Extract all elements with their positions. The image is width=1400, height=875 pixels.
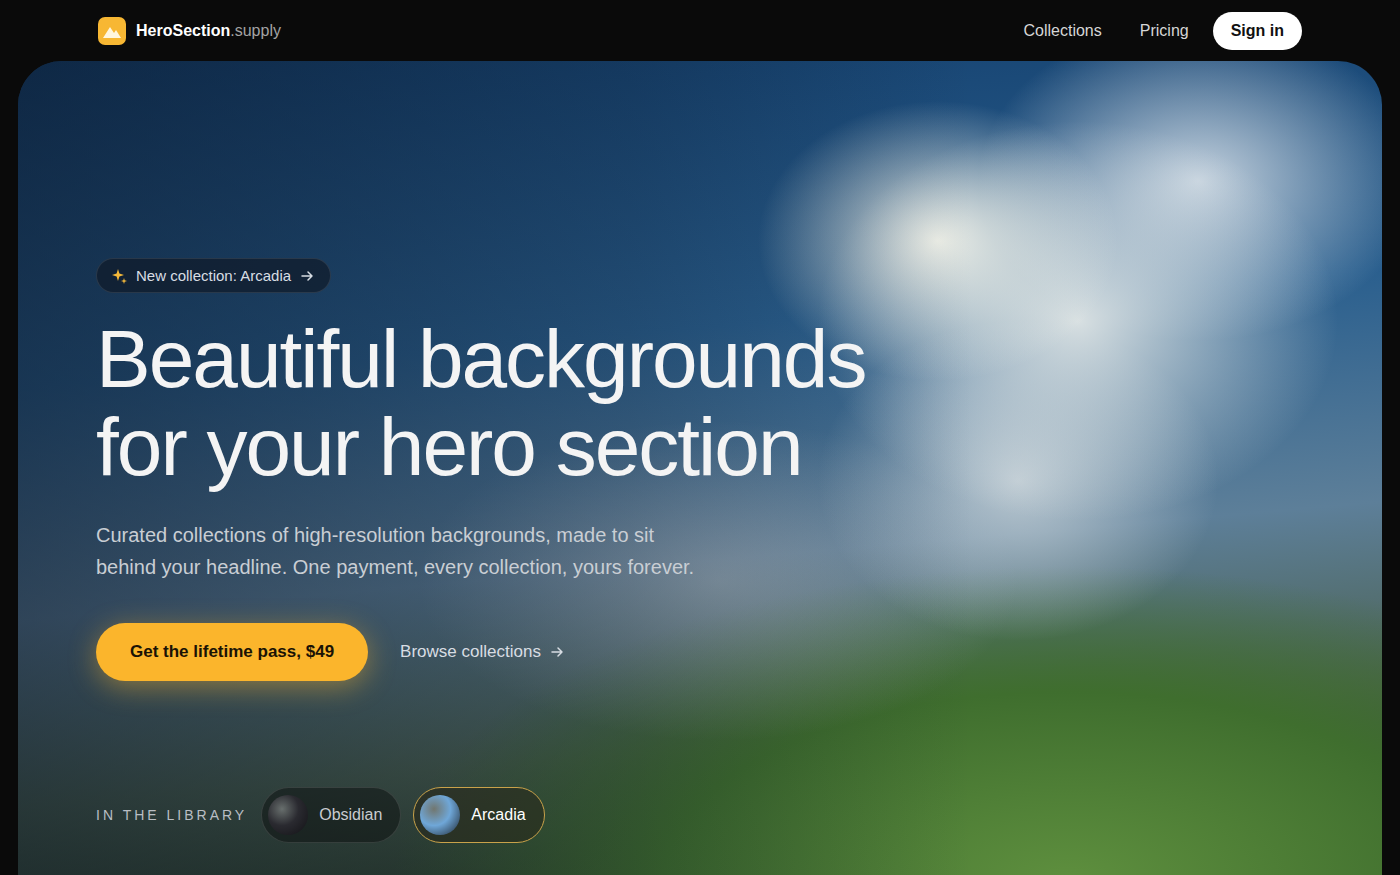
nav-link[interactable]: Collections: [1024, 22, 1102, 40]
hero-section: New collection: Arcadia Beautiful backgro…: [18, 61, 1382, 875]
headline: Beautiful backgroundsfor your hero secti…: [96, 315, 865, 491]
badge-label: New collection: Arcadia: [136, 267, 291, 284]
brand[interactable]: HeroSection.supply: [98, 17, 281, 45]
library-chip[interactable]: Arcadia: [413, 787, 544, 843]
library-label: IN THE LIBRARY: [96, 807, 247, 823]
library-chip[interactable]: Obsidian: [261, 787, 401, 843]
lifetime-pass-button[interactable]: Get the lifetime pass, $49: [96, 623, 368, 681]
nav-link[interactable]: Pricing: [1140, 22, 1189, 40]
headline-line: for your hero section: [96, 403, 865, 491]
description-line: Curated collections of high-resolution b…: [96, 519, 694, 551]
brand-suffix: .supply: [230, 22, 281, 40]
description-line: behind your headline. One payment, every…: [96, 551, 694, 583]
collection-thumbnail: [420, 795, 460, 835]
collection-thumbnail: [268, 795, 308, 835]
chip-label: Arcadia: [471, 806, 525, 824]
nav-links: Collections Pricing Sign in: [1024, 12, 1303, 50]
top-nav: HeroSection.supply Collections Pricing Sign…: [0, 0, 1400, 61]
arrow-right-icon: [300, 269, 314, 283]
brand-name: HeroSection: [136, 22, 230, 40]
announcement-badge[interactable]: New collection: Arcadia: [96, 258, 331, 293]
sparkles-icon: [111, 268, 127, 284]
logo-icon: [98, 17, 126, 45]
description: Curated collections of high-resolution b…: [96, 519, 694, 583]
hero-content: New collection: Arcadia Beautiful backgro…: [18, 61, 1382, 875]
browse-collections-link[interactable]: Browse collections: [400, 642, 564, 662]
hero-actions: Get the lifetime pass, $49 Browse collect…: [96, 623, 564, 681]
headline-line: Beautiful backgrounds: [96, 315, 865, 403]
arrow-right-icon: [550, 645, 564, 659]
library: IN THE LIBRARY Obsidian Arcadia: [96, 787, 545, 843]
page: HeroSection.supply Collections Pricing Sign…: [0, 0, 1400, 875]
sign-in-button[interactable]: Sign in: [1213, 12, 1302, 50]
chip-label: Obsidian: [319, 806, 382, 824]
